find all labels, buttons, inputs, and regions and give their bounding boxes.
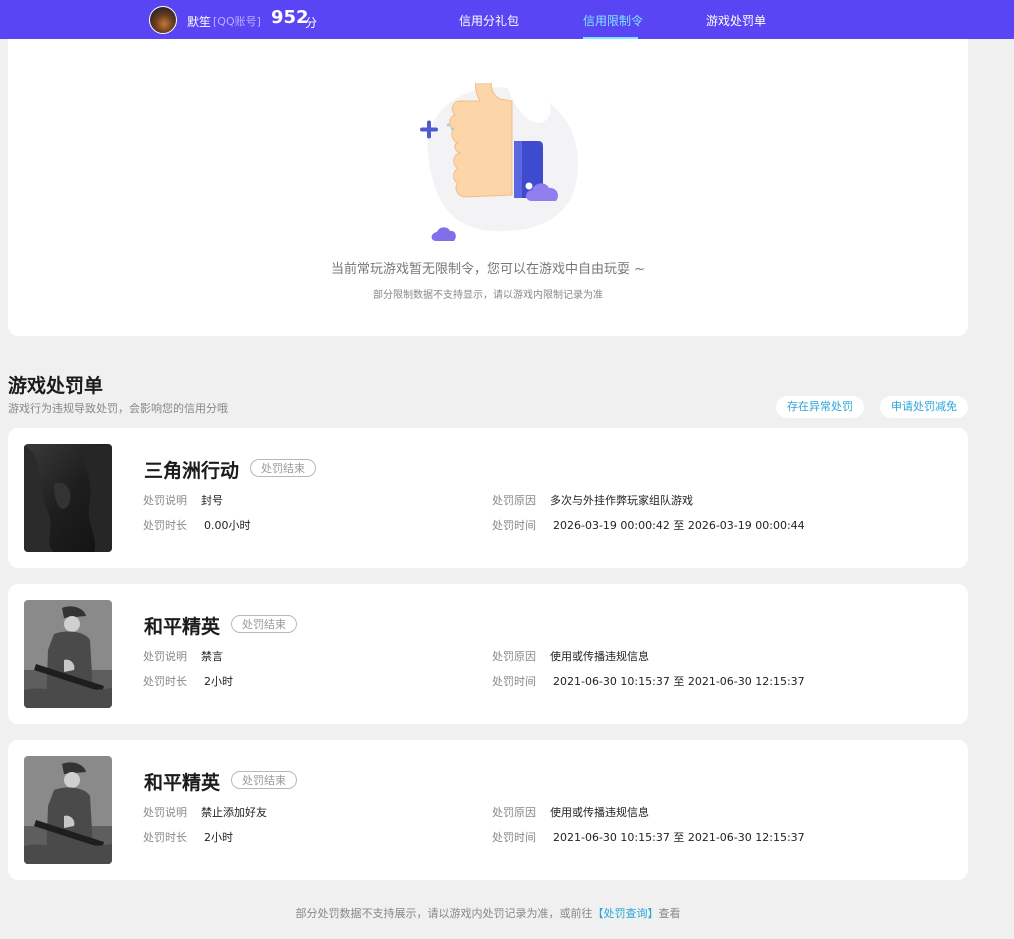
penalty-time-value: 2021-06-30 10:15:37 至 2021-06-30 12:15:3…: [553, 831, 805, 844]
game-name: 和平精英: [144, 616, 221, 638]
no-restriction-message: 当前常玩游戏暂无限制令，您可以在游戏中自由玩耍 ~: [330, 262, 646, 277]
credit-score-unit: 分: [305, 16, 318, 30]
penalty-desc-value: 禁言: [201, 650, 223, 663]
penalty-desc-value: 禁止添加好友: [201, 806, 267, 819]
penalty-time-label: 处罚时间: [492, 831, 536, 844]
penalty-card: 和平精英 处罚结束 处罚说明 禁止添加好友 处罚时长 2小时 处罚原因 使用或传…: [8, 740, 968, 880]
penalty-section-title: 游戏处罚单: [8, 375, 104, 397]
penalty-time-value: 2026-03-19 00:00:42 至 2026-03-19 00:00:4…: [553, 519, 805, 532]
penalty-duration-label: 处罚时长: [143, 519, 187, 532]
game-thumbnail: [24, 756, 112, 864]
penalty-desc-label: 处罚说明: [143, 806, 187, 819]
status-badge: 处罚结束: [231, 615, 297, 633]
avatar[interactable]: [149, 6, 177, 34]
tab-game-penalty[interactable]: 游戏处罚单: [706, 12, 766, 29]
penalty-duration-label: 处罚时长: [143, 675, 187, 688]
tab-credit-restriction[interactable]: 信用限制令: [583, 12, 643, 29]
user-nickname: 默笙: [187, 15, 212, 29]
penalty-duration-label: 处罚时长: [143, 831, 187, 844]
penalty-reason-value: 使用或传播违规信息: [550, 650, 649, 663]
penalty-desc-label: 处罚说明: [143, 650, 187, 663]
penalty-desc-value: 封号: [201, 494, 223, 507]
penalty-duration-value: 0.00小时: [204, 519, 251, 532]
game-thumbnail: [24, 600, 112, 708]
penalty-time-value: 2021-06-30 10:15:37 至 2021-06-30 12:15:3…: [553, 675, 805, 688]
restriction-card: 当前常玩游戏暂无限制令，您可以在游戏中自由玩耍 ~ 部分限制数据不支持显示，请以…: [8, 39, 968, 336]
penalty-reason-value: 使用或传播违规信息: [550, 806, 649, 819]
game-name: 和平精英: [144, 772, 221, 794]
penalty-duration-value: 2小时: [204, 831, 233, 844]
penalty-time-label: 处罚时间: [492, 519, 536, 532]
account-type-tag: [QQ账号]: [213, 15, 261, 28]
penalty-section-subtitle: 游戏行为违规导致处罚，会影响您的信用分哦: [8, 402, 228, 415]
penalty-card: 三角洲行动 处罚结束 处罚说明 封号 处罚时长 0.00小时 处罚原因 多次与外…: [8, 428, 968, 568]
footer-text-suffix: 查看: [658, 907, 681, 920]
restriction-data-note: 部分限制数据不支持显示，请以游戏内限制记录为准: [373, 290, 603, 301]
status-badge: 处罚结束: [250, 459, 316, 477]
penalty-card: 和平精英 处罚结束 处罚说明 禁言 处罚时长 2小时 处罚原因 使用或传播违规信…: [8, 584, 968, 724]
penalty-duration-value: 2小时: [204, 675, 233, 688]
game-thumbnail: [24, 444, 112, 552]
game-name: 三角洲行动: [144, 460, 240, 482]
footer-text: 部分处罚数据不支持展示，请以游戏内处罚记录为准，或前往: [295, 907, 593, 920]
penalty-reason-value: 多次与外挂作弊玩家组队游戏: [550, 494, 693, 507]
thumbs-up-icon: [408, 67, 583, 243]
penalty-reason-label: 处罚原因: [492, 650, 536, 663]
penalty-desc-label: 处罚说明: [143, 494, 187, 507]
penalty-query-link[interactable]: 【处罚查询】: [593, 907, 659, 920]
penalty-reason-label: 处罚原因: [492, 494, 536, 507]
top-navigation-bar: 默笙 [QQ账号] 952 分 信用分礼包 信用限制令 游戏处罚单: [0, 0, 1014, 39]
penalty-footer-note: 部分处罚数据不支持展示，请以游戏内处罚记录为准，或前往【处罚查询】查看: [0, 905, 976, 921]
status-badge: 处罚结束: [231, 771, 297, 789]
penalty-time-label: 处罚时间: [492, 675, 536, 688]
penalty-reason-label: 处罚原因: [492, 806, 536, 819]
abnormal-penalty-button[interactable]: 存在异常处罚: [776, 396, 864, 418]
credit-score: 952: [271, 7, 309, 28]
tab-credit-gift[interactable]: 信用分礼包: [459, 12, 519, 29]
appeal-penalty-button[interactable]: 申请处罚减免: [880, 396, 968, 418]
